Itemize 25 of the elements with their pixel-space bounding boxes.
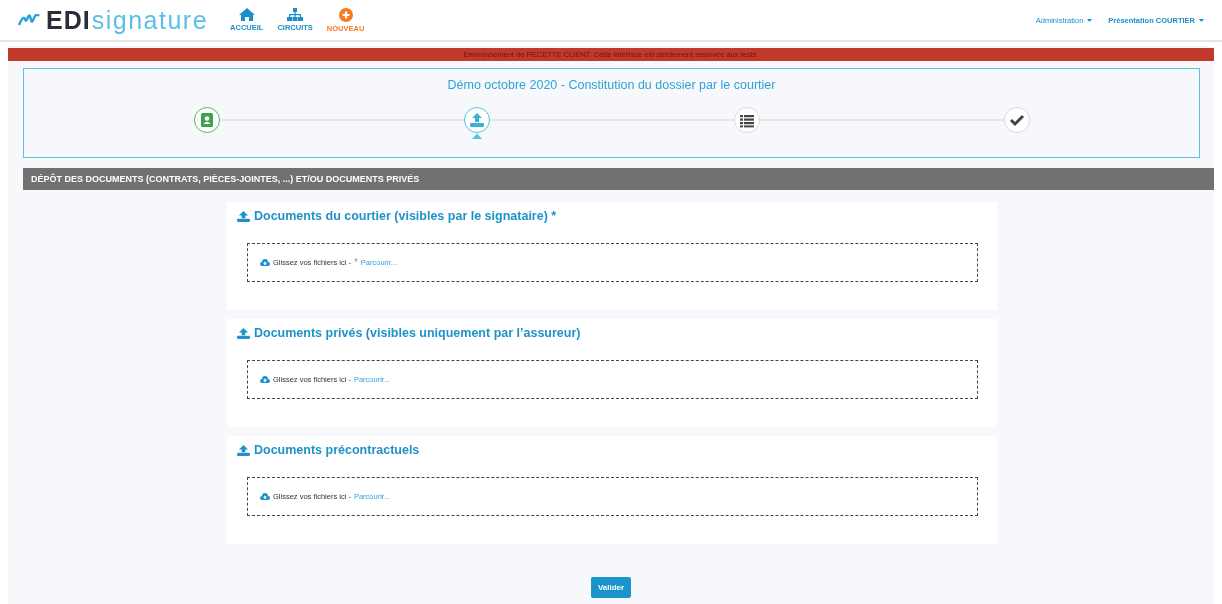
sitemap-icon bbox=[287, 8, 304, 21]
upload-title: Documents privés (visibles uniquement par l’assureur) bbox=[254, 326, 581, 340]
home-icon bbox=[238, 8, 255, 21]
cloud-upload-icon bbox=[260, 259, 270, 266]
plus-circle-icon bbox=[338, 7, 353, 22]
upload-icon bbox=[469, 113, 484, 127]
caret-icon bbox=[1087, 18, 1093, 22]
required-mark: * bbox=[353, 257, 358, 268]
step-node[interactable] bbox=[463, 107, 490, 139]
step-node[interactable] bbox=[193, 107, 220, 133]
upload-icon bbox=[237, 444, 250, 456]
workflow-title: Démo octobre 2020 - Constitution du dossier par le courtier bbox=[447, 78, 776, 92]
check-icon bbox=[1009, 114, 1024, 127]
caret-icon bbox=[1199, 18, 1204, 22]
brand-name: EDIsignature bbox=[46, 5, 209, 35]
upload-icon bbox=[237, 327, 250, 339]
upload-icon bbox=[237, 210, 250, 222]
list-icon bbox=[739, 115, 754, 128]
wave-logo-icon bbox=[18, 14, 40, 26]
cloud-upload-icon bbox=[260, 376, 270, 383]
upload-title: Documents du courtier (visibles par le signataire) * bbox=[254, 209, 557, 223]
upload-title: Documents précontractuels bbox=[254, 443, 420, 457]
section-header: DÉPÔT DES DOCUMENTS (CONTRATS, PIÈCES-JOINTES, ...) ET/OU DOCUMENTS PRIVÉS bbox=[23, 168, 1214, 190]
cloud-upload-icon bbox=[260, 493, 270, 500]
submit-button[interactable]: Valider bbox=[590, 577, 632, 598]
